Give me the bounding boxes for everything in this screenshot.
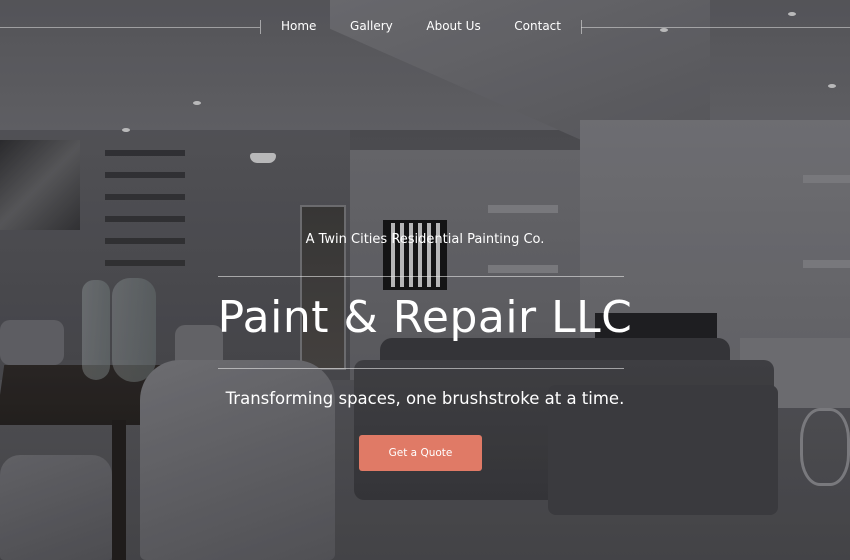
title-rule-top (218, 276, 624, 277)
nav-link-contact[interactable]: Contact (504, 19, 571, 33)
nav-link-home[interactable]: Home (271, 19, 326, 33)
hero-subtitle: Transforming spaces, one brushstroke at … (225, 389, 625, 408)
main-navigation: Home Gallery About Us Contact (0, 0, 850, 55)
nav-divider-left (0, 27, 260, 28)
get-quote-button[interactable]: Get a Quote (359, 435, 482, 471)
nav-link-gallery[interactable]: Gallery (340, 19, 403, 33)
title-rule-bottom (218, 368, 624, 369)
page-title: Paint & Repair LLC (217, 292, 633, 343)
hero-tagline: A Twin Cities Residential Painting Co. (305, 232, 545, 247)
nav-divider-right (581, 27, 850, 28)
dark-overlay (0, 0, 850, 560)
nav-divider-tick (260, 20, 261, 34)
hero-section: Home Gallery About Us Contact A Twin Cit… (0, 0, 850, 560)
nav-link-about-us[interactable]: About Us (416, 19, 490, 33)
nav-links: Home Gallery About Us Contact (271, 19, 571, 33)
